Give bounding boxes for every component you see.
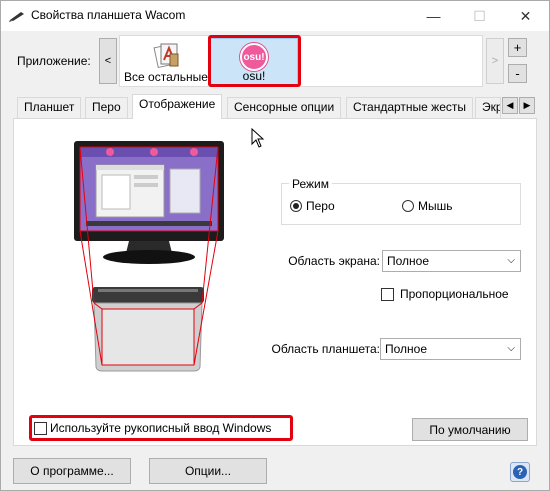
app-item-all-others[interactable]: Все остальные [124,38,208,86]
mode-mouse-label: Мышь [418,199,453,213]
tabs-scroll-left-button[interactable]: ◀ [502,97,518,114]
remove-application-button[interactable]: - [508,64,527,83]
chevron-down-icon: ⌵ [507,255,515,266]
tabs-scroll-right-button[interactable]: ▶ [519,97,535,114]
radio-selected-indicator [290,200,302,212]
tab-screen[interactable]: Экр [475,97,501,118]
screen-area-value: Полное [387,254,430,268]
apps-scroll-left-button[interactable]: < [99,38,117,84]
apps-scroll-right-button[interactable]: > [486,38,504,84]
proportional-label: Пропорциональное [400,287,509,301]
help-icon: ? [513,465,527,479]
title-bar: Свойства планшета Wacom — ☐ ✕ [1,1,549,31]
mode-mouse-radio[interactable]: Мышь [402,199,453,213]
mode-pen-label: Перо [306,199,335,213]
minimize-button[interactable]: — [411,1,456,31]
pen-icon [9,12,24,22]
osu-highlight-frame [208,35,301,87]
mode-pen-radio[interactable]: Перо [290,199,335,213]
monitor-tablet-illustration [74,141,224,372]
screen-area-select[interactable]: Полное ⌵ [382,250,521,272]
checkbox-box [381,287,394,301]
tablet-area-value: Полное [385,342,428,356]
tablet-area-select[interactable]: Полное ⌵ [380,338,521,360]
radio-unselected-indicator [402,200,414,212]
tab-mapping[interactable]: Отображение [132,94,223,119]
windows-ink-highlight-frame [29,415,293,441]
mouse-cursor-icon [251,128,265,148]
all-apps-icon [153,43,179,69]
application-list: Все остальные osu! osu! [119,35,483,87]
application-label: Приложение: [17,54,91,68]
add-application-button[interactable]: + [508,38,527,57]
tab-touch-options[interactable]: Сенсорные опции [227,97,342,118]
wacom-properties-window: Свойства планшета Wacom — ☐ ✕ Приложение… [0,0,550,491]
help-button[interactable]: ? [510,462,530,482]
default-button[interactable]: По умолчанию [412,418,528,441]
proportional-checkbox[interactable]: Пропорциональное [381,287,509,301]
tablet-area-label: Область планшета: [271,342,381,356]
maximize-button[interactable]: ☐ [457,1,502,31]
about-button[interactable]: О программе... [13,458,131,484]
app-item-label: Все остальные [124,70,208,84]
tab-pen[interactable]: Перо [85,97,128,118]
window-title: Свойства планшета Wacom [31,8,186,22]
mode-group-title: Режим [289,177,332,191]
tab-standard-gestures[interactable]: Стандартные жесты [346,97,473,118]
tab-tablet[interactable]: Планшет [17,97,82,118]
mapping-panel: Режим Перо Мышь Область экрана: Полное ⌵… [13,118,537,446]
screen-area-label: Область экрана: [288,254,380,268]
close-button[interactable]: ✕ [503,1,548,31]
chevron-down-icon: ⌵ [507,343,515,354]
options-button[interactable]: Опции... [149,458,267,484]
